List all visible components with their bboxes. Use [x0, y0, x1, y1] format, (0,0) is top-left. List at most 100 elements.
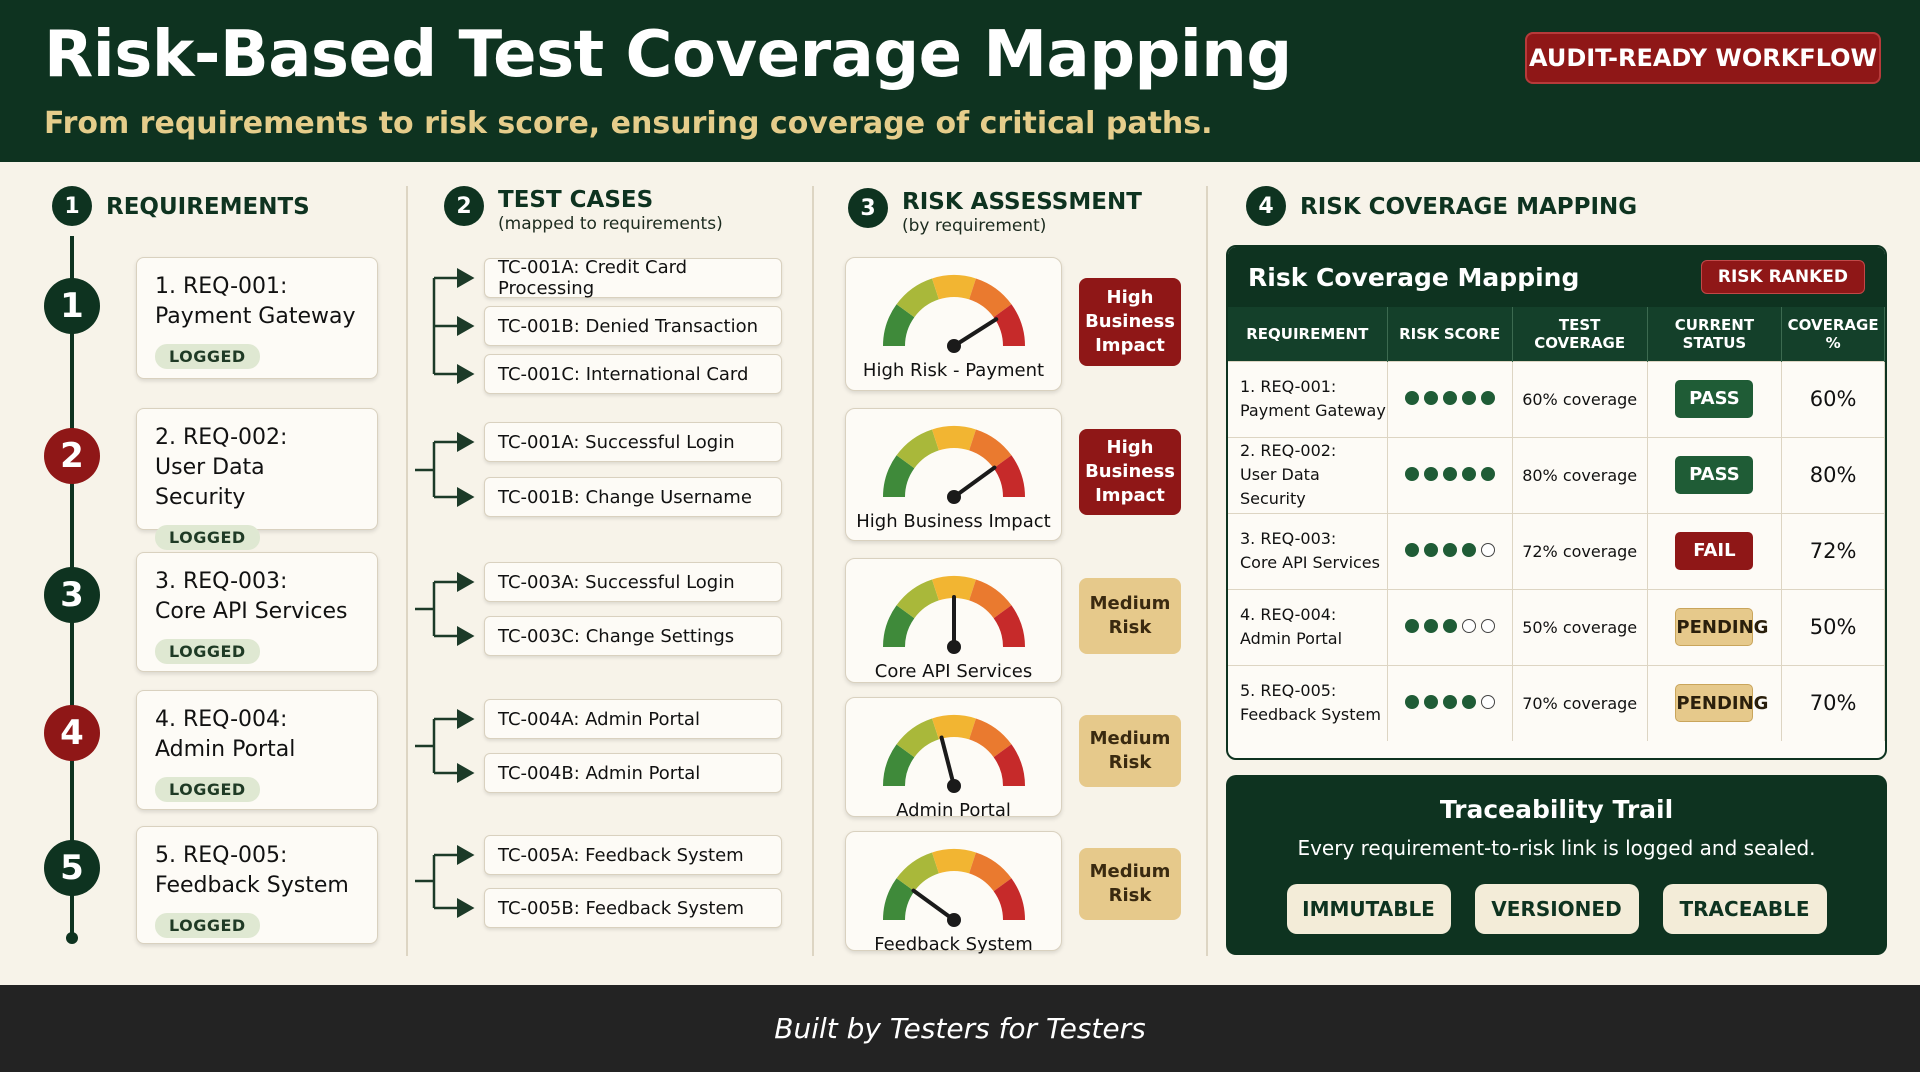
coverage-percent-cell: 50%	[1781, 588, 1885, 665]
section-subtitle: (mapped to requirements)	[498, 214, 723, 234]
requirement-id: 5. REQ-005:	[155, 843, 288, 868]
risk-coverage-mapping-panel: Risk Coverage Mapping RISK RANKED REQUIR…	[1226, 245, 1887, 760]
test-case-item[interactable]: TC-001A: Credit Card Processing	[484, 257, 782, 299]
empty-dot-icon	[1480, 618, 1495, 633]
risk-level-tag: High Business Impact	[1079, 278, 1181, 366]
table-row[interactable]: 3. REQ-003: Core API Services 72% coverag…	[1228, 512, 1885, 589]
gauge-segment	[931, 275, 976, 300]
filled-dot-icon	[1404, 618, 1419, 633]
status-badge: PENDING	[1675, 684, 1768, 723]
mapping-panel-header: Risk Coverage Mapping RISK RANKED	[1228, 247, 1885, 307]
risk-gauge-card[interactable]: Core API Services	[845, 558, 1062, 683]
requirement-card[interactable]: 2. REQ-002: User Data Security LOGGED	[136, 408, 378, 550]
coverage-percent-cell: 60%	[1781, 360, 1885, 437]
test-case-item[interactable]: TC-001C: International Card	[484, 354, 782, 394]
column-header[interactable]: COVERAGE %	[1781, 307, 1885, 361]
section-title: TEST CASES	[498, 187, 654, 213]
risk-gauge-card[interactable]: Feedback System	[845, 831, 1062, 955]
filled-dot-icon	[1404, 466, 1419, 481]
filled-dot-icon	[1461, 390, 1476, 405]
status-badge: PENDING	[1675, 608, 1768, 646]
requirement-name: User Data Security	[155, 455, 265, 510]
gauge-hub	[946, 779, 961, 793]
timeline-node: 3	[44, 567, 100, 623]
filled-dot-icon	[1442, 390, 1457, 405]
gauge-segment	[896, 278, 939, 318]
table-row[interactable]: 4. REQ-004: Admin Portal 50% coverage PEN…	[1228, 588, 1885, 665]
requirement-card[interactable]: 5. REQ-005: Feedback System LOGGED	[136, 826, 378, 944]
gauge-segment	[882, 878, 915, 921]
column-header[interactable]: RISK SCORE	[1387, 307, 1513, 361]
gauge-label: Feedback System	[874, 934, 1033, 955]
column-divider	[812, 186, 814, 956]
risk-score-dots	[1404, 466, 1495, 481]
gauge-hub	[946, 490, 961, 504]
table-row[interactable]: 1. REQ-001: Payment Gateway 60% coverage …	[1228, 360, 1885, 437]
requirement-id: 3. REQ-003:	[1240, 529, 1337, 548]
table-row[interactable]: 5. REQ-005: Feedback System 70% coverage …	[1228, 664, 1885, 741]
column-header[interactable]: REQUIREMENT	[1228, 307, 1388, 361]
requirement-card[interactable]: 4. REQ-004: Admin Portal LOGGED	[136, 690, 378, 810]
gauge-needle	[951, 465, 996, 499]
gauge-segment	[992, 744, 1025, 787]
filled-dot-icon	[1423, 542, 1438, 557]
risk-gauge-card[interactable]: High Business Impact	[845, 408, 1062, 541]
gauge-label: Core API Services	[874, 661, 1033, 682]
filled-dot-icon	[1423, 694, 1438, 709]
logged-badge: LOGGED	[155, 639, 260, 664]
filled-dot-icon	[1442, 542, 1457, 557]
test-case-item[interactable]: TC-004A: Admin Portal	[484, 699, 782, 739]
gauge-segment	[992, 605, 1025, 648]
risk-score-cell	[1387, 360, 1513, 437]
test-case-item[interactable]: TC-003A: Successful Login	[484, 562, 782, 602]
status-badge: PASS	[1675, 380, 1754, 418]
mapping-panel-title: Risk Coverage Mapping	[1248, 262, 1580, 292]
test-case-item[interactable]: TC-001B: Change Username	[484, 477, 782, 517]
risk-gauge-icon	[882, 275, 1025, 353]
requirement-cell: 2. REQ-002: User Data Security	[1228, 436, 1388, 513]
gauge-hub	[946, 339, 961, 353]
test-case-item[interactable]: TC-005B: Feedback System	[484, 888, 782, 928]
section-requirements-header: 1 REQUIREMENTS	[52, 186, 310, 226]
risk-gauge-card[interactable]: Admin Portal	[845, 697, 1062, 821]
gauge-needle	[911, 888, 956, 922]
requirement-cell: 5. REQ-005: Feedback System	[1228, 664, 1388, 741]
section-title: RISK ASSESSMENT	[902, 189, 1142, 215]
test-case-item[interactable]: TC-001B: Denied Transaction	[484, 306, 782, 346]
filled-dot-icon	[1480, 466, 1495, 481]
test-case-item[interactable]: TC-005A: Feedback System	[484, 835, 782, 875]
traceable-tag: TRACEABLE	[1662, 884, 1827, 934]
test-case-item[interactable]: TC-004B: Admin Portal	[484, 753, 782, 793]
coverage-cell: 80% coverage	[1512, 436, 1648, 513]
logged-badge: LOGGED	[155, 525, 260, 550]
filled-dot-icon	[1404, 542, 1419, 557]
gauge-segment	[992, 304, 1025, 347]
section-risk-mapping-header: 4 RISK COVERAGE MAPPING	[1246, 186, 1637, 226]
filled-dot-icon	[1442, 466, 1457, 481]
gauge-segment	[968, 278, 1011, 318]
risk-gauge-icon	[882, 576, 1025, 654]
requirement-card[interactable]: 3. REQ-003: Core API Services LOGGED	[136, 552, 378, 672]
test-case-item[interactable]: TC-003C: Change Settings	[484, 616, 782, 656]
column-header[interactable]: TEST COVERAGE	[1512, 307, 1648, 361]
page-subtitle: From requirements to risk score, ensurin…	[44, 106, 1213, 141]
table-row[interactable]: 2. REQ-002: User Data Security 80% covera…	[1228, 436, 1885, 513]
gauge-segment	[968, 429, 1011, 469]
test-case-item[interactable]: TC-001A: Successful Login	[484, 422, 782, 462]
gauge-hub	[946, 640, 961, 654]
coverage-cell: 72% coverage	[1512, 512, 1648, 589]
status-cell: PASS	[1647, 436, 1783, 513]
column-divider	[1206, 186, 1208, 956]
logged-badge: LOGGED	[155, 913, 260, 938]
risk-level-tag: Medium Risk	[1079, 578, 1181, 654]
risk-score-cell	[1387, 588, 1513, 665]
empty-dot-icon	[1461, 618, 1476, 633]
requirement-id: 2. REQ-002:	[1240, 441, 1337, 460]
timeline-node: 2	[44, 428, 100, 484]
filled-dot-icon	[1461, 542, 1476, 557]
risk-score-dots	[1404, 618, 1495, 633]
coverage-cell: 70% coverage	[1512, 664, 1648, 741]
risk-gauge-card[interactable]: High Risk - Payment	[845, 257, 1062, 391]
requirement-card[interactable]: 1. REQ-001: Payment Gateway LOGGED	[136, 257, 378, 379]
column-header[interactable]: CURRENT STATUS	[1647, 307, 1783, 361]
